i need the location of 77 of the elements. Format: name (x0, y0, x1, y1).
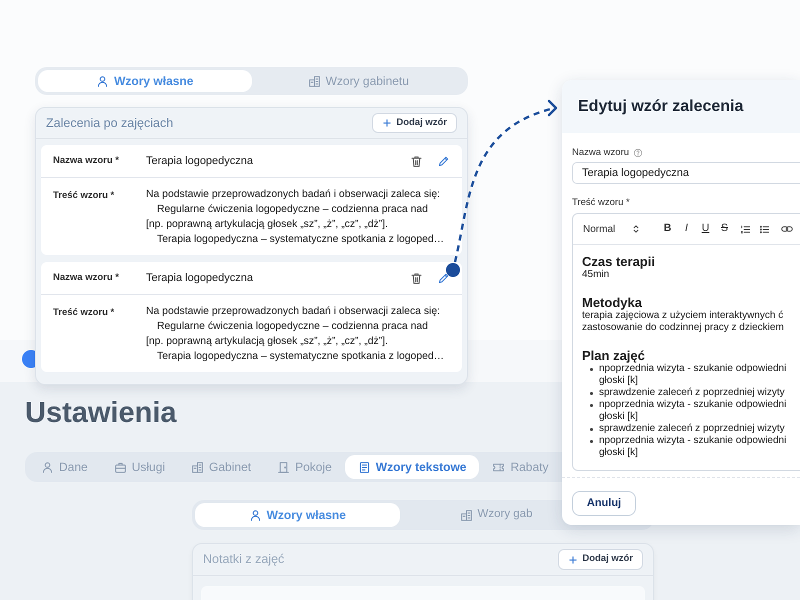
card-title: Zalecenia po zajęciach (46, 114, 174, 132)
text-line: Na podstawie przeprowadzonych badań i obserwacji zaleca się: (146, 305, 441, 319)
tab[interactable]: Dane (28, 455, 101, 479)
user-icon (248, 508, 262, 522)
text-line: Na podstawie przeprowadzonych badań i obserwacji zaleca się: (146, 188, 441, 202)
content-heading: Czas terapii (582, 254, 656, 269)
plus-icon (568, 554, 578, 564)
input-field[interactable]: Terapia logopedyczna (572, 162, 800, 184)
list-item: sprawdzenie zaleceń z poprzedniej wizyty (599, 387, 785, 399)
add-template-button[interactable]: Dodaj wzór (372, 112, 457, 134)
edit-button[interactable] (437, 272, 450, 284)
field-label: Nazwa wzoru * (53, 154, 120, 168)
bullet-icon (590, 440, 593, 443)
delete-button[interactable] (410, 272, 423, 284)
format-dropdown[interactable]: Normal (583, 222, 631, 236)
tab[interactable]: Wzory własne (38, 70, 252, 92)
list-item: sprawdzenie zaleceń z poprzedniej wizyty (599, 423, 785, 435)
tab[interactable]: Pokoje (264, 455, 345, 479)
underline-button[interactable]: U (696, 221, 715, 237)
tab[interactable]: Wzory tekstowe (344, 455, 480, 479)
text-line: [np. poprawną artykulacją głosek „sz”, „ż”, „cz”, „dż”]. (146, 218, 389, 232)
template-name: Terapia logopedyczna (146, 270, 254, 286)
user-icon (41, 460, 54, 474)
field-label: Nazwa wzoru (572, 146, 630, 160)
document-icon (358, 460, 371, 474)
text-line: [np. poprawną artykulacją głosek „sz”, „ż”, „cz”, „dż”]. (146, 335, 389, 349)
help-icon (633, 148, 644, 158)
field-label: Treść wzoru * (53, 189, 116, 203)
user-icon (96, 74, 110, 88)
door-icon (277, 460, 290, 474)
trash-icon (410, 272, 423, 284)
text-line: zastosowanie do codzinnej pracy z dzieckiem (582, 322, 785, 334)
text-line: 45min (582, 269, 610, 281)
list-item: npoprzednia wizyta - szukanie odpowiedni głoski [k] (599, 435, 786, 459)
add-template-button[interactable]: Dodaj wzór (558, 549, 643, 570)
sort-icon (631, 224, 641, 234)
trash-icon (410, 154, 423, 168)
delete-button[interactable] (410, 154, 423, 168)
tab[interactable]: Usługi (100, 455, 178, 479)
connector-dot (446, 263, 460, 277)
text-line: Terapia logopedyczna – systematyczne spotkania z logoped… (156, 233, 444, 247)
template-name: Terapia logopedyczna (146, 154, 254, 169)
text-line: Regularne ćwiczenia logopedyczne – codzienna praca nad (156, 320, 429, 334)
text-line: terapia zajęciowa z użyciem interaktywnych ć (582, 310, 784, 322)
field-label: Treść wzoru * (572, 196, 630, 210)
bullet-icon (590, 428, 593, 431)
bullet-icon (590, 404, 593, 407)
tab[interactable]: Wzory własne (195, 503, 400, 527)
text-line: Regularne ćwiczenia logopedyczne – codzienna praca nad (156, 203, 429, 217)
pencil-icon (437, 154, 450, 168)
content-heading: Plan zajęć (582, 348, 646, 363)
bold-button[interactable]: B (658, 221, 677, 237)
bullet-list-icon (759, 224, 770, 234)
cancel-button[interactable]: Anuluj (572, 490, 636, 516)
ordered-list-icon (740, 224, 751, 234)
card-title: Notatki z zajęć (203, 551, 284, 568)
strikethrough-button[interactable]: S (715, 221, 734, 237)
building-icon (460, 508, 472, 522)
page-heading: Ustawienia (25, 396, 176, 430)
italic-button[interactable]: I (677, 221, 696, 237)
text-line: Terapia logopedyczna – systematyczne spotkania z logoped… (156, 350, 444, 364)
building-icon (191, 460, 204, 474)
bullet-icon (590, 392, 593, 395)
content-heading: Metodyka (582, 295, 643, 310)
pencil-icon (437, 272, 450, 284)
field-label: Nazwa wzoru * (53, 270, 120, 285)
tab[interactable]: Rabaty (479, 455, 562, 479)
briefcase-icon (114, 460, 127, 474)
bullet-icon (590, 368, 593, 371)
edit-button[interactable] (437, 154, 450, 168)
plus-icon (382, 118, 392, 128)
building-icon (308, 74, 321, 88)
tab[interactable]: Wzory gabinetu (252, 70, 465, 92)
tab[interactable]: Gabinet (178, 455, 264, 479)
field-label: Treść wzoru * (53, 306, 116, 320)
ticket-icon (492, 460, 506, 474)
panel-title: Edytuj wzór zalecenia (578, 96, 744, 116)
